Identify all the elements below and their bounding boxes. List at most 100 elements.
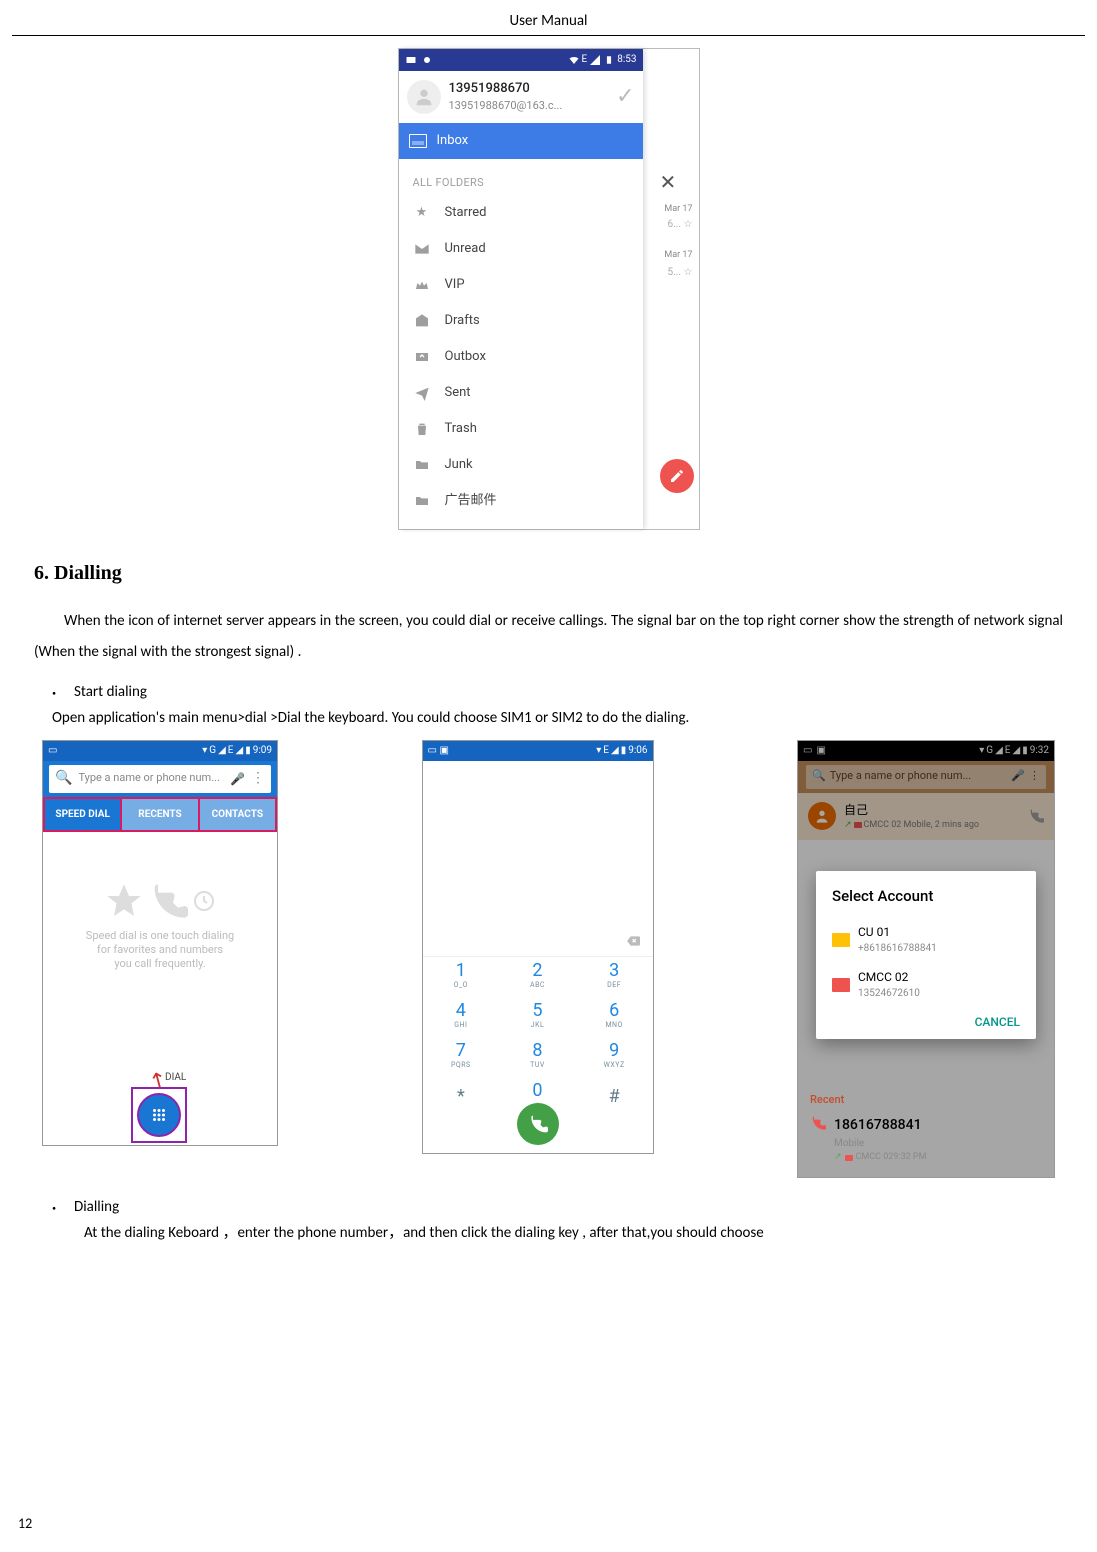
- key-#: #: [576, 1077, 653, 1117]
- sim-option-2: CMCC 02 13524672610: [832, 962, 1020, 1007]
- signal-icon: ◢: [235, 743, 243, 758]
- account-title: 13951988670: [449, 79, 563, 99]
- folders-header: ALL FOLDERS: [399, 167, 643, 196]
- star-hint: 5... ☆: [668, 265, 693, 280]
- capture-icon: ▭: [428, 745, 437, 756]
- drawer-right-peek: ✕ Mar 17 6... ☆ Mar 17 5... ☆: [641, 49, 699, 529]
- tabs: SPEED DIAL RECENTS CONTACTS: [43, 797, 277, 832]
- key-6: 6MNO: [576, 997, 653, 1037]
- star-hint: 6... ☆: [668, 217, 693, 232]
- status-bar: ▭ ▾ G ◢ E ◢ ▮ 9:09: [43, 741, 277, 761]
- bullet-text: Dialling: [74, 1196, 119, 1219]
- crown-icon: [413, 276, 431, 294]
- key-*: *: [423, 1077, 500, 1117]
- screenshot-select-account: ▭ ▣ ▾ G ◢ E ◢ ▮ 9:32 🔍 Type a name or ph…: [797, 740, 1055, 1178]
- search-placeholder: Type a name or phone num...: [78, 770, 219, 787]
- bullet-dialling: ● Dialling: [34, 1196, 1063, 1219]
- sub-paragraph-2: At the dialing Keboard ，enter the phone …: [84, 1222, 1063, 1245]
- inbox-label: Inbox: [437, 131, 469, 151]
- date-label: Mar 17: [664, 249, 692, 263]
- envelope-icon: [413, 240, 431, 258]
- backspace-icon: [623, 934, 643, 948]
- folder-item-vip: VIP: [399, 267, 643, 303]
- search-bar: 🔍 Type a name or phone num... 🎤 ⋮: [43, 761, 277, 797]
- wifi-icon: ▾: [596, 743, 601, 758]
- sim-icon: [832, 978, 850, 992]
- folder-item-drafts: Drafts: [399, 303, 643, 339]
- battery-icon: ▮: [621, 743, 627, 758]
- cancel-button: CANCEL: [832, 1007, 1020, 1031]
- recent-detail: ↗ CMCC 029:32 PM: [834, 1151, 926, 1165]
- key-7: 7PQRS: [423, 1037, 500, 1077]
- key-8: 8TUV: [499, 1037, 576, 1077]
- inbox-icon: [409, 134, 427, 148]
- recent-type: Mobile: [834, 1136, 926, 1151]
- screenshot-speed-dial: ▭ ▾ G ◢ E ◢ ▮ 9:09 🔍 Type a name or phon…: [42, 740, 278, 1146]
- email-app-screenshot: ✕ Mar 17 6... ☆ Mar 17 5... ☆: [398, 48, 700, 530]
- folder-icon: [413, 492, 431, 510]
- clock-icon: [192, 881, 216, 921]
- folder-item-outbox: Outbox: [399, 339, 643, 375]
- tab-recents: RECENTS: [120, 797, 197, 832]
- section-heading: 6. Dialling: [12, 558, 1085, 588]
- status-bar: ▭ ▣ ▾ E ◢ ▮ 9:06: [423, 741, 653, 761]
- dialpad-fab: [137, 1093, 181, 1137]
- sub-paragraph-1: Open application's main menu>dial >Dial …: [52, 707, 1063, 730]
- key-9: 9WXYZ: [576, 1037, 653, 1077]
- keypad: 1O_O2ABC3DEF4GHI5JKL6MNO7PQRS8TUV9WXYZ*0…: [423, 957, 653, 1117]
- folder-item-junk: Junk: [399, 447, 643, 483]
- pencil-icon: [669, 468, 685, 484]
- signal-icon: ◢: [611, 743, 619, 758]
- select-account-dialog: Select Account CU 01 +8618616788841 CMCC…: [816, 871, 1036, 1040]
- time-label: 9:06: [628, 743, 647, 758]
- date-label: Mar 17: [664, 203, 692, 217]
- sent-icon: [413, 384, 431, 402]
- page-header: User Manual: [12, 10, 1085, 33]
- sim-option-1: CU 01 +8618616788841: [832, 917, 1020, 962]
- recent-label: Recent: [810, 1092, 844, 1109]
- recent-number: 18616788841: [834, 1115, 926, 1136]
- folder-item-starred: ★Starred: [399, 195, 643, 231]
- sim-name: CMCC 02: [858, 968, 920, 986]
- status-bar: E 8:53: [399, 49, 643, 71]
- key-4: 4GHI: [423, 997, 500, 1037]
- phone-icon: [810, 1115, 826, 1131]
- edge-label: E: [228, 743, 234, 758]
- battery-icon: ▮: [245, 743, 251, 758]
- sim-icon: [845, 1155, 853, 1161]
- call-button: [517, 1103, 559, 1145]
- close-icon: ✕: [660, 167, 677, 197]
- sim-number: +8618616788841: [858, 941, 937, 956]
- account-sub: 13951988670@163.c...: [449, 98, 563, 115]
- folder-item-ad: 广告邮件: [399, 483, 643, 519]
- star-icon: ★: [413, 204, 431, 222]
- key-5: 5JKL: [499, 997, 576, 1037]
- star-icon: [104, 881, 144, 921]
- folder-icon: [413, 456, 431, 474]
- key-2: 2ABC: [499, 957, 576, 997]
- tab-contacts: CONTACTS: [198, 797, 277, 832]
- dialog-title: Select Account: [832, 885, 1020, 908]
- edge-label: E: [603, 743, 609, 758]
- recent-row: 18616788841 Mobile ↗ CMCC 029:32 PM: [798, 1109, 1054, 1171]
- outbox-icon: [413, 348, 431, 366]
- key-1: 1O_O: [423, 957, 500, 997]
- bullet-start-dialing: ● Start dialing: [34, 681, 1063, 704]
- screenshot-dialpad: ▭ ▣ ▾ E ◢ ▮ 9:06 1O_O2ABC3DEF4GHI5JKL6MN…: [422, 740, 654, 1154]
- folder-list: ★Starred Unread VIP Drafts Outbox Sent T…: [399, 195, 643, 527]
- empty-state: Speed dial is one touch dialing for favo…: [43, 881, 277, 972]
- backspace-row: [423, 927, 653, 957]
- bullet-dot-icon: ●: [34, 681, 74, 698]
- search-icon: 🔍: [55, 768, 72, 789]
- mic-icon: 🎤: [230, 770, 245, 788]
- dial-display: [423, 761, 653, 927]
- account-header: 13951988670 13951988670@163.c... ✓: [399, 71, 643, 123]
- bullet-dot-icon: ●: [34, 1196, 74, 1213]
- battery-icon: [603, 54, 615, 66]
- empty-text: Speed dial is one touch dialing for favo…: [43, 929, 277, 972]
- page-number: 12: [18, 1513, 32, 1534]
- trash-icon: [413, 420, 431, 438]
- phone-icon: [528, 1114, 548, 1134]
- compose-fab: [660, 459, 694, 493]
- edge-label: E: [582, 52, 588, 67]
